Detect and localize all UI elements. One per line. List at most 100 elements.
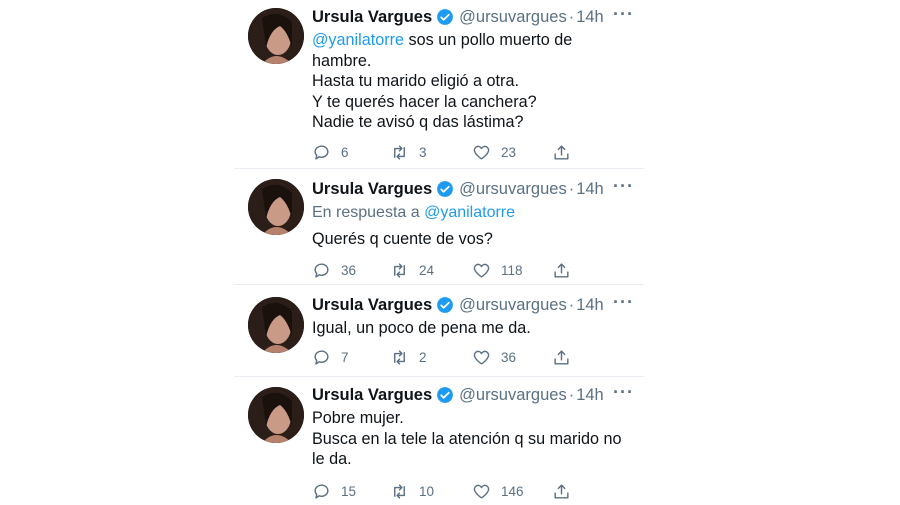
tweet-line: Busca en la tele la atención q su marido…	[312, 429, 622, 448]
reply-button[interactable]: 15	[312, 482, 356, 501]
timestamp[interactable]: 14h	[576, 386, 604, 405]
tweet-line: hambre.	[312, 51, 372, 70]
like-count: 36	[501, 349, 517, 365]
share-button[interactable]	[552, 143, 571, 162]
tweet-text: Pobre mujer. Busca en la tele la atenció…	[312, 408, 634, 470]
like-count: 23	[501, 144, 517, 160]
retweet-icon	[394, 263, 405, 278]
like-icon	[473, 484, 490, 499]
more-icon[interactable]: ···	[613, 176, 634, 197]
reply-count: 36	[341, 262, 357, 278]
tweet-text: Igual, un poco de pena me da.	[312, 318, 634, 339]
reply-button[interactable]: 7	[312, 348, 349, 367]
tweet[interactable]: Ursula Vargues @ursuvargues · 14h ··· En…	[234, 169, 644, 285]
author-handle[interactable]: @ursuvargues	[459, 296, 567, 315]
retweet-count: 24	[419, 262, 435, 278]
tweet-line: Querés q cuente de vos?	[312, 230, 493, 248]
action-bar: 15 10 146	[312, 482, 634, 502]
tweet-line: Y te querés hacer la canchera?	[312, 92, 537, 111]
avatar[interactable]	[248, 387, 304, 443]
author-name[interactable]: Ursula Vargues	[312, 386, 432, 405]
like-button[interactable]: 23	[472, 143, 516, 162]
retweet-button[interactable]: 2	[390, 348, 427, 367]
like-button[interactable]: 36	[472, 348, 516, 367]
share-icon	[554, 263, 569, 278]
author-handle[interactable]: @ursuvargues	[459, 8, 567, 27]
reply-icon	[314, 263, 329, 278]
share-button[interactable]	[552, 348, 571, 367]
replying-prefix: En respuesta a	[312, 204, 420, 221]
tweet-line: Pobre mujer.	[312, 409, 404, 427]
separator-dot: ·	[568, 7, 575, 26]
tweet-header: Ursula Vargues @ursuvargues · 14h	[312, 294, 634, 316]
separator-dot: ·	[568, 179, 575, 198]
share-icon	[554, 484, 569, 499]
share-icon	[554, 350, 569, 365]
replying-mention-link[interactable]: @yanilatorre	[424, 204, 515, 221]
author-handle[interactable]: @ursuvargues	[459, 386, 567, 405]
tweet-line: sos un pollo muerto de	[408, 31, 573, 49]
reply-count: 6	[341, 144, 349, 160]
timestamp[interactable]: 14h	[576, 8, 604, 27]
tweet-header: Ursula Vargues @ursuvargues · 14h	[312, 384, 634, 406]
verified-badge-icon	[436, 8, 454, 26]
retweet-button[interactable]: 24	[390, 261, 434, 280]
retweet-count: 2	[419, 349, 427, 365]
reply-count: 15	[341, 483, 357, 499]
tweet-thread: Ursula Vargues @ursuvargues · 14h ··· @y…	[234, 0, 644, 505]
tweet-text: @yanilatorre sos un pollo muerto de hamb…	[312, 30, 634, 133]
like-icon	[473, 145, 490, 160]
share-button[interactable]	[552, 261, 571, 280]
verified-badge-icon	[436, 296, 454, 314]
tweet-text: Querés q cuente de vos?	[312, 229, 634, 250]
reply-icon	[314, 350, 329, 365]
author-handle[interactable]: @ursuvargues	[459, 180, 567, 199]
like-count: 118	[501, 262, 523, 278]
timestamp[interactable]: 14h	[576, 296, 604, 315]
reply-icon	[314, 145, 329, 160]
more-icon[interactable]: ···	[613, 292, 634, 313]
verified-badge-icon	[436, 180, 454, 198]
replying-to: En respuesta a @yanilatorre	[312, 202, 634, 224]
avatar[interactable]	[248, 8, 304, 64]
like-icon	[473, 350, 490, 365]
like-count: 146	[501, 483, 524, 499]
tweet-line: Nadie te avisó q das lástima?	[312, 113, 524, 132]
retweet-button[interactable]: 3	[390, 143, 427, 162]
tweet-header: Ursula Vargues @ursuvargues · 14h	[312, 178, 634, 200]
verified-badge-icon	[436, 386, 454, 404]
action-bar: 7 2 36	[312, 348, 634, 368]
retweet-icon	[394, 145, 405, 160]
retweet-count: 10	[419, 483, 435, 499]
share-button[interactable]	[552, 482, 571, 501]
tweet[interactable]: Ursula Vargues @ursuvargues · 14h ··· Po…	[234, 377, 644, 505]
separator-dot: ·	[568, 385, 575, 404]
more-icon[interactable]: ···	[613, 382, 634, 403]
like-button[interactable]: 118	[472, 261, 523, 280]
author-name[interactable]: Ursula Vargues	[312, 296, 432, 315]
tweet-line: le da.	[312, 450, 352, 469]
reply-button[interactable]: 36	[312, 261, 356, 280]
mention-link[interactable]: @yanilatorre	[312, 31, 404, 49]
tweet-line: Hasta tu marido eligió a otra.	[312, 72, 519, 91]
reply-button[interactable]: 6	[312, 143, 349, 162]
retweet-button[interactable]: 10	[390, 482, 434, 501]
retweet-count: 3	[419, 144, 427, 160]
tweet-line: Igual, un poco de pena me da.	[312, 319, 531, 337]
action-bar: 36 24 118	[312, 261, 634, 281]
tweet[interactable]: Ursula Vargues @ursuvargues · 14h ··· Ig…	[234, 285, 644, 377]
retweet-icon	[394, 350, 405, 365]
author-name[interactable]: Ursula Vargues	[312, 8, 432, 27]
like-button[interactable]: 146	[472, 482, 524, 501]
reply-count: 7	[341, 349, 349, 365]
author-name[interactable]: Ursula Vargues	[312, 180, 432, 199]
timestamp[interactable]: 14h	[576, 180, 604, 199]
reply-icon	[314, 484, 329, 499]
like-icon	[473, 263, 490, 278]
share-icon	[554, 145, 569, 160]
tweet[interactable]: Ursula Vargues @ursuvargues · 14h ··· @y…	[234, 0, 644, 169]
more-icon[interactable]: ···	[613, 4, 634, 25]
avatar[interactable]	[248, 179, 304, 235]
action-bar: 6 3 23	[312, 143, 634, 163]
avatar[interactable]	[248, 297, 304, 353]
